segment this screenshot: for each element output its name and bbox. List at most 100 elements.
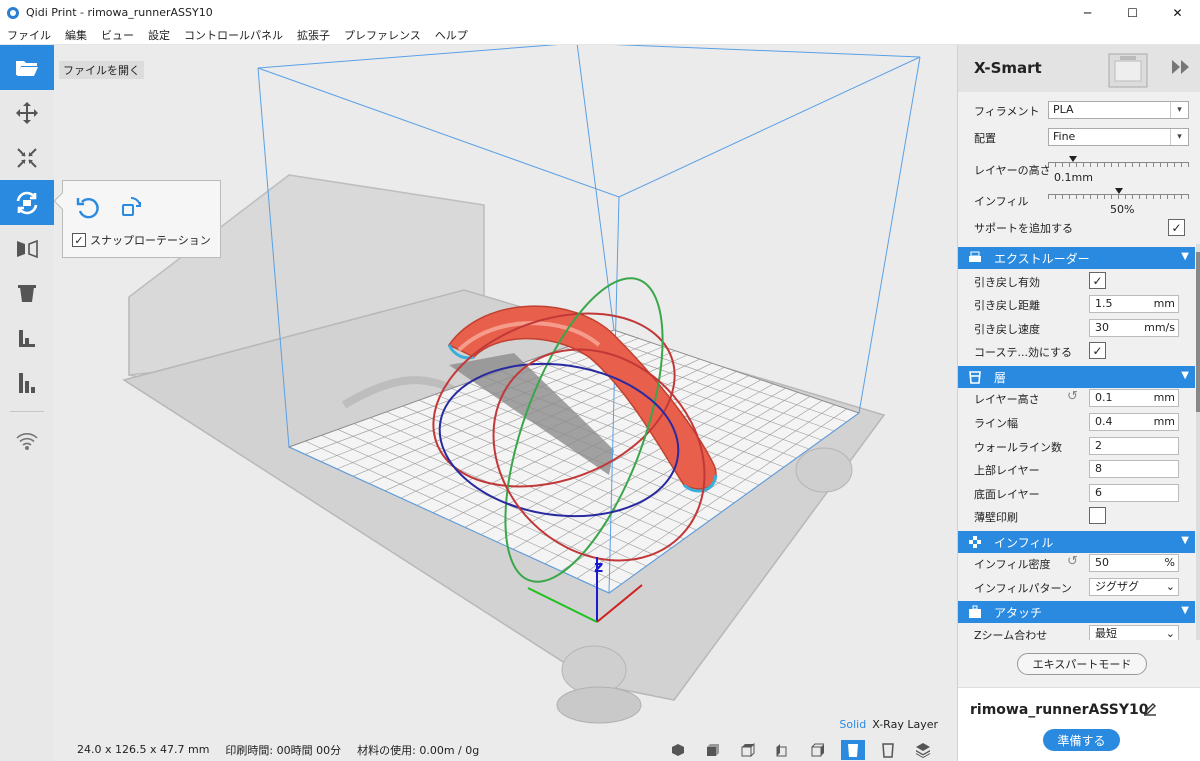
infill-pattern-value: ジグザグ: [1095, 580, 1139, 593]
slider-thumb[interactable]: [1069, 156, 1078, 162]
move-icon: [16, 101, 38, 124]
menu-settings[interactable]: 設定: [141, 27, 177, 43]
filament-label: フィラメント: [974, 105, 1040, 118]
reset-icon[interactable]: ↺: [1067, 389, 1078, 404]
view-mode-solid[interactable]: Solid: [839, 718, 866, 731]
top-layers-label: 上部レイヤー: [974, 464, 1040, 477]
bottom-layers-value: 6: [1095, 486, 1102, 499]
move-tool-button[interactable]: [0, 90, 54, 135]
printer-icon: [969, 251, 981, 262]
menu-preferences[interactable]: プレファレンス: [337, 27, 428, 43]
view-layers-button[interactable]: [911, 740, 935, 760]
retraction-distance-value: 1.5: [1095, 297, 1113, 310]
wall-count-field[interactable]: 2: [1089, 437, 1179, 455]
view-left-button[interactable]: [771, 740, 795, 760]
layer-view-icon: [19, 372, 35, 393]
menu-edit[interactable]: 編集: [58, 27, 94, 43]
3d-viewport[interactable]: z ファイルを開く ✓ スナップローテーション Solid X-Ray Layer: [54, 45, 957, 738]
retraction-distance-field[interactable]: 1.5 mm: [1089, 295, 1179, 313]
retraction-enable-label: 引き戻し有効: [974, 276, 1040, 289]
z-seam-label: Zシーム合わせ: [974, 629, 1048, 640]
edit-icon[interactable]: [1143, 702, 1157, 716]
build-plate-scene[interactable]: z: [54, 45, 957, 738]
printer-name[interactable]: X-Smart: [974, 59, 1042, 77]
view-right-button[interactable]: [806, 740, 830, 760]
reset-icon[interactable]: ↺: [1067, 554, 1078, 569]
cube-3d-icon: [672, 744, 684, 756]
coasting-checkbox[interactable]: ✓: [1089, 342, 1106, 359]
scrollbar-thumb[interactable]: [1196, 252, 1200, 412]
wall-count-value: 2: [1095, 439, 1102, 452]
support-checkbox[interactable]: ✓: [1168, 219, 1185, 236]
infill-slider[interactable]: [1048, 188, 1189, 202]
section-shell[interactable]: 層 ▼: [958, 366, 1195, 388]
rotate-tool-button[interactable]: [0, 180, 54, 225]
bottom-layers-field[interactable]: 6: [1089, 484, 1179, 502]
shell-layer-height-field[interactable]: 0.1 mm: [1089, 389, 1179, 407]
line-width-field[interactable]: 0.4 mm: [1089, 413, 1179, 431]
menu-help[interactable]: ヘルプ: [428, 27, 475, 43]
menu-view[interactable]: ビュー: [94, 27, 141, 43]
scale-tool-button[interactable]: [0, 135, 54, 180]
wifi-icon: [16, 432, 38, 450]
thin-wall-checkbox[interactable]: [1089, 507, 1106, 524]
camera-view-buttons: [666, 740, 935, 760]
retraction-speed-field[interactable]: 30 mm/s: [1089, 319, 1179, 337]
title-bar: Qidi Print - rimowa_runnerASSY10 ─ ☐ ✕: [0, 0, 1200, 25]
lay-flat-icon[interactable]: [119, 195, 145, 219]
support-blocker-button[interactable]: [0, 315, 54, 360]
layer-height-value: 0.1mm: [1054, 171, 1093, 184]
slider-thumb[interactable]: [1114, 188, 1123, 194]
profile-value: Fine: [1053, 130, 1076, 143]
maximize-button[interactable]: ☐: [1110, 0, 1155, 25]
top-layers-value: 8: [1095, 462, 1102, 475]
section-extruder[interactable]: エクストルーダー ▼: [958, 247, 1195, 269]
layer-height-slider[interactable]: [1048, 156, 1189, 170]
menu-extensions[interactable]: 拡張子: [290, 27, 337, 43]
rotate-tool-panel: ✓ スナップローテーション: [54, 180, 221, 258]
view-xray-button[interactable]: [876, 740, 900, 760]
view-solid-button[interactable]: [841, 740, 865, 760]
filament-select[interactable]: PLA ▾: [1048, 101, 1189, 119]
open-file-button[interactable]: [0, 45, 54, 90]
menu-file[interactable]: ファイル: [0, 27, 58, 43]
slider-ticks: [1048, 163, 1189, 167]
view-3d-button[interactable]: [666, 740, 690, 760]
reset-rotation-icon[interactable]: [76, 195, 102, 219]
support-label: サポートを追加する: [974, 222, 1073, 235]
view-mode-layer[interactable]: Layer: [907, 718, 938, 731]
view-top-button[interactable]: [736, 740, 760, 760]
view-mode-xray[interactable]: X-Ray: [872, 718, 904, 731]
retraction-speed-value: 30: [1095, 321, 1109, 334]
section-infill[interactable]: インフィル ▼: [958, 531, 1195, 553]
infill-icon: [969, 536, 981, 548]
layer-view-button[interactable]: [0, 360, 54, 405]
infill-label: インフィル: [974, 195, 1029, 208]
section-adhesion[interactable]: アタッチ ▼: [958, 601, 1195, 623]
bottom-layers-label: 底面レイヤー: [974, 488, 1040, 501]
fast-forward-icon[interactable]: [1171, 58, 1191, 76]
retraction-enable-checkbox[interactable]: ✓: [1089, 272, 1106, 289]
view-front-button[interactable]: [701, 740, 725, 760]
infill-pattern-select[interactable]: ジグザグ ⌄: [1089, 578, 1179, 596]
expert-mode-button[interactable]: エキスパートモード: [1017, 653, 1147, 675]
minimize-button[interactable]: ─: [1065, 0, 1110, 25]
snap-rotation-checkbox[interactable]: ✓: [72, 233, 86, 247]
network-button[interactable]: [0, 418, 54, 463]
settings-scrollbar[interactable]: [1196, 244, 1200, 640]
cube-right-icon: [811, 743, 824, 757]
menu-control-panel[interactable]: コントロールパネル: [177, 27, 290, 43]
snap-rotation-option[interactable]: ✓ スナップローテーション: [72, 232, 211, 248]
per-model-settings-button[interactable]: [0, 270, 54, 315]
infill-density-field[interactable]: 50%: [1089, 554, 1179, 572]
layer-height-label: レイヤーの高さ: [974, 164, 1051, 177]
z-seam-select[interactable]: 最短 ⌄: [1089, 625, 1179, 640]
prepare-button[interactable]: 準備する: [1043, 729, 1120, 751]
mirror-tool-button[interactable]: [0, 225, 54, 270]
profile-select[interactable]: Fine ▾: [1048, 128, 1189, 146]
infill-value: 50%: [1110, 203, 1135, 216]
close-button[interactable]: ✕: [1155, 0, 1200, 25]
top-layers-field[interactable]: 8: [1089, 460, 1179, 478]
settings-scroll-area[interactable]: エクストルーダー ▼ 引き戻し有効 ✓ 引き戻し距離 1.5 mm 引き戻し速度 …: [958, 244, 1200, 640]
cube-front-icon: [707, 744, 719, 756]
